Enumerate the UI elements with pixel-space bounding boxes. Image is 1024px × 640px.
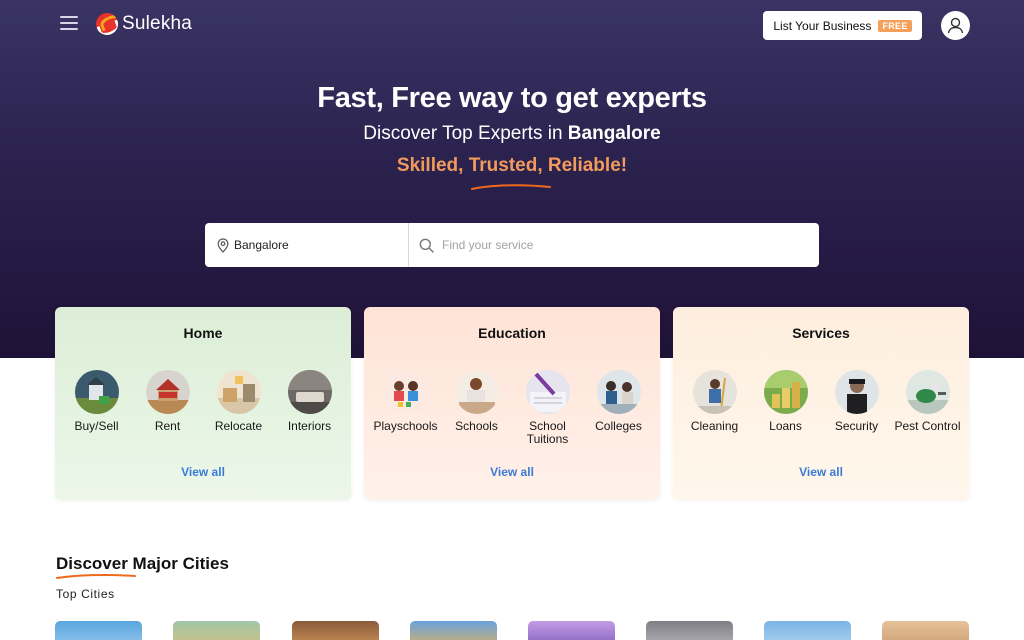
service-search — [409, 223, 819, 267]
services-items: Cleaning Loans Security Pest Control — [673, 370, 969, 433]
category-item-pest-control[interactable]: Pest Control — [893, 370, 963, 433]
security-image — [834, 370, 879, 414]
category-item-school-tuitions[interactable]: School Tuitions — [513, 370, 583, 446]
category-item-security[interactable]: Security — [822, 370, 892, 433]
home-items: Buy/Sell Rent Relocate Interiors — [55, 370, 351, 433]
item-label: Pest Control — [894, 419, 961, 433]
top-navigation-bar: Sulekha List Your Business FREE — [0, 0, 1024, 52]
sulekha-logo-icon — [96, 13, 118, 35]
hero-headline: Fast, Free way to get experts — [317, 82, 707, 114]
category-item-colleges[interactable]: Colleges — [584, 370, 654, 446]
logo-text: Sulekha — [122, 13, 193, 34]
category-card-home: Home Buy/Sell Rent Relocate Interiors Vi… — [55, 307, 351, 500]
hero-tagline: Skilled, Trusted, Reliable! — [396, 155, 628, 176]
item-label: Rent — [154, 419, 181, 433]
city-card[interactable] — [764, 621, 851, 640]
item-label: Schools — [455, 419, 498, 433]
cities-heading-underline — [56, 573, 136, 579]
colleges-image — [596, 370, 641, 414]
item-label: Loans — [769, 419, 802, 433]
pest-control-image — [905, 370, 950, 414]
current-city: Bangalore — [567, 123, 661, 144]
item-label: Colleges — [595, 419, 642, 433]
education-items: Playschools Schools School Tuitions Coll… — [364, 370, 660, 446]
item-label: Security — [834, 419, 879, 433]
search-bar: Bangalore — [205, 223, 819, 267]
item-label: Buy/Sell — [74, 419, 119, 433]
school-tuitions-image — [525, 370, 570, 414]
item-label: Relocate — [214, 419, 263, 433]
item-label: Playschools — [373, 419, 438, 433]
cleaning-image — [692, 370, 737, 414]
category-item-interiors[interactable]: Interiors — [275, 370, 345, 433]
schools-image — [454, 370, 499, 414]
location-value: Bangalore — [234, 238, 289, 252]
search-icon — [419, 238, 434, 253]
category-item-schools[interactable]: Schools — [442, 370, 512, 446]
city-card[interactable] — [882, 621, 969, 640]
sulekha-logo[interactable]: Sulekha — [96, 13, 192, 35]
category-item-relocate[interactable]: Relocate — [204, 370, 274, 433]
item-label: Cleaning — [690, 419, 739, 433]
top-cities-label: Top Cities — [56, 587, 115, 601]
category-card-education: Education Playschools Schools School Tui… — [364, 307, 660, 500]
city-card[interactable] — [173, 621, 260, 640]
card-title-services: Services — [792, 325, 850, 341]
playschools-image — [383, 370, 428, 414]
item-label: Interiors — [287, 419, 332, 433]
location-selector[interactable]: Bangalore — [205, 223, 409, 267]
city-card[interactable] — [528, 621, 615, 640]
category-item-buy-sell[interactable]: Buy/Sell — [62, 370, 132, 433]
hero-subline: Discover Top Experts in Bangalore — [0, 123, 1024, 145]
relocate-image — [216, 370, 261, 414]
tagline-underline — [471, 184, 551, 190]
hero-banner — [0, 0, 1024, 358]
list-your-business-button[interactable]: List Your Business FREE — [763, 11, 922, 40]
category-card-services: Services Cleaning Loans Security Pest Co… — [673, 307, 969, 500]
loans-image — [763, 370, 808, 414]
service-search-input[interactable] — [442, 238, 802, 252]
buy-sell-image — [74, 370, 119, 414]
city-card[interactable] — [55, 621, 142, 640]
discover-cities-heading: Discover Major Cities — [56, 554, 229, 573]
user-icon — [947, 17, 964, 34]
card-title-education: Education — [478, 325, 546, 341]
city-card[interactable] — [292, 621, 379, 640]
view-all-education-link[interactable]: View all — [364, 465, 660, 479]
view-all-services-link[interactable]: View all — [673, 465, 969, 479]
category-item-loans[interactable]: Loans — [751, 370, 821, 433]
category-item-cleaning[interactable]: Cleaning — [680, 370, 750, 433]
card-title-home: Home — [183, 325, 223, 341]
city-card[interactable] — [646, 621, 733, 640]
category-item-rent[interactable]: Rent — [133, 370, 203, 433]
category-item-playschools[interactable]: Playschools — [371, 370, 441, 446]
city-card[interactable] — [410, 621, 497, 640]
profile-button[interactable] — [941, 11, 970, 40]
item-label: School Tuitions — [526, 419, 569, 446]
free-badge: FREE — [878, 19, 912, 32]
map-pin-icon — [217, 237, 229, 253]
list-business-label: List Your Business — [773, 18, 872, 33]
rent-image — [145, 370, 190, 414]
interiors-image — [287, 370, 332, 414]
subline-prefix: Discover Top Experts in — [363, 123, 563, 144]
view-all-home-link[interactable]: View all — [55, 465, 351, 479]
hamburger-menu-icon[interactable] — [60, 16, 78, 32]
